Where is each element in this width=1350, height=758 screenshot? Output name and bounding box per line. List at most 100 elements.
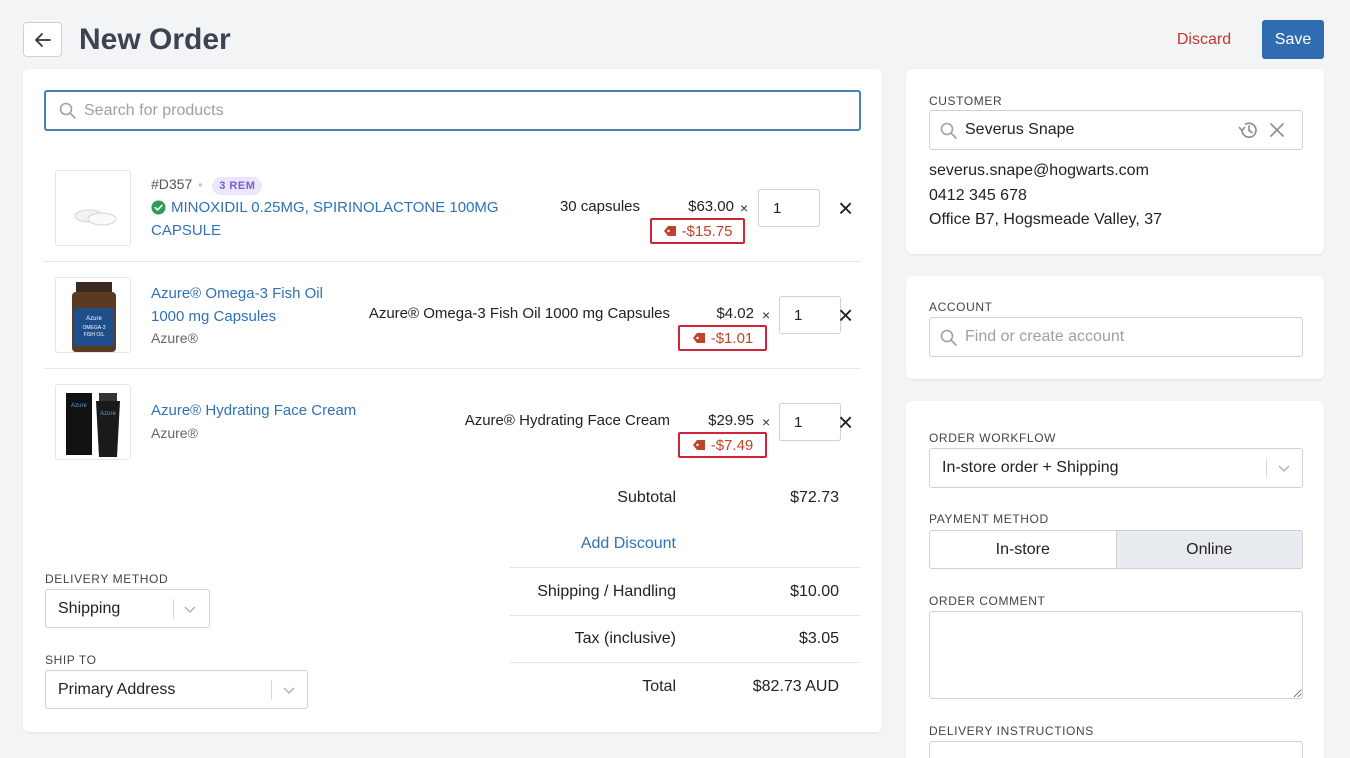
product-name-line1[interactable]: Azure® Omega-3 Fish Oil [151, 282, 351, 305]
product-price: $63.00 [688, 198, 734, 215]
ship-to-select[interactable]: Primary Address [45, 670, 308, 709]
product-brand: Azure® [151, 330, 198, 346]
product-price: $29.95 [708, 412, 754, 429]
tax-value: $3.05 [798, 630, 839, 647]
times-symbol: × [762, 307, 771, 323]
chevron-down-icon [184, 606, 196, 614]
order-comment-textarea[interactable] [929, 611, 1303, 699]
check-circle-icon [151, 200, 166, 215]
tag-icon [692, 333, 705, 343]
summary-divider [510, 615, 860, 616]
order-workflow-select[interactable]: In-store order + Shipping [929, 448, 1303, 488]
clear-icon[interactable] [1269, 122, 1285, 138]
product-price: $4.02 [716, 305, 754, 322]
account-search-placeholder: Find or create account [965, 328, 1125, 345]
remove-item-icon[interactable]: × [838, 409, 853, 435]
product-thumbnail: Azure OMEGA-3 FISH OIL [55, 277, 131, 353]
tag-icon [692, 440, 705, 450]
product-sku: #D357 [151, 176, 193, 192]
add-discount-link[interactable]: Add Discount [510, 535, 676, 553]
total-label: Total [642, 678, 676, 695]
times-symbol: × [740, 200, 749, 216]
customer-name: Severus Snape [965, 121, 1075, 138]
discount-tag[interactable]: -$15.75 [650, 218, 745, 244]
capsule-image [74, 209, 117, 226]
payment-method-toggle[interactable]: In-store Online [929, 530, 1303, 569]
select-divider [1266, 458, 1267, 478]
history-icon[interactable] [1237, 120, 1259, 140]
shipping-value: $10.00 [790, 583, 839, 600]
chevron-down-icon [283, 687, 295, 695]
customer-address: Office B7, Hogsmeade Valley, 37 [929, 211, 1163, 228]
account-label: ACCOUNT [929, 300, 993, 314]
ship-to-label: SHIP TO [45, 653, 97, 667]
customer-email: severus.snape@hogwarts.com [929, 162, 1149, 179]
payment-method-label: PAYMENT METHOD [929, 512, 1049, 526]
product-name-link[interactable]: MINOXIDIL 0.25MG, SPIRINOLACTONE 100MG C… [151, 196, 531, 242]
svg-text:Azure: Azure [100, 411, 116, 417]
search-icon [59, 102, 76, 119]
quantity-input[interactable] [758, 189, 820, 227]
product-variant: Azure® Hydrating Face Cream [464, 412, 670, 429]
svg-text:FISH OIL: FISH OIL [84, 332, 105, 338]
remove-item-icon[interactable]: × [838, 302, 853, 328]
product-variant: Azure® Omega-3 Fish Oil 1000 mg Capsules [368, 305, 670, 322]
product-name-line2[interactable]: 1000 mg Capsules [151, 305, 351, 328]
account-search-field[interactable]: Find or create account [929, 317, 1303, 357]
product-sku-row: #D357 • 3 REM [151, 176, 263, 195]
product-variant: 30 capsules [559, 198, 640, 215]
product-name-line2[interactable]: CAPSULE [151, 219, 531, 242]
delivery-instructions-label: DELIVERY INSTRUCTIONS [929, 724, 1094, 738]
tag-icon [663, 226, 676, 236]
chevron-down-icon [1278, 465, 1290, 473]
product-search-input[interactable] [84, 92, 844, 129]
summary-divider [510, 567, 860, 568]
order-comment-label: ORDER COMMENT [929, 594, 1046, 608]
delivery-method-label: DELIVERY METHOD [45, 572, 169, 586]
ship-to-value: Primary Address [58, 681, 176, 698]
row-divider [44, 261, 861, 262]
order-workflow-label: ORDER WORKFLOW [929, 431, 1057, 445]
quantity-input[interactable] [779, 296, 841, 334]
payment-option-online[interactable]: Online [1115, 531, 1302, 568]
search-icon [940, 122, 957, 139]
payment-option-instore[interactable]: In-store [930, 531, 1116, 568]
row-divider [44, 368, 861, 369]
customer-field[interactable]: Severus Snape [929, 110, 1303, 150]
select-divider [271, 680, 272, 700]
shipping-label: Shipping / Handling [537, 583, 676, 600]
discount-tag[interactable]: -$7.49 [678, 432, 767, 458]
delivery-method-value: Shipping [58, 600, 121, 617]
back-button[interactable] [23, 22, 62, 57]
discount-tag[interactable]: -$1.01 [678, 325, 767, 351]
product-name-link[interactable]: Azure® Hydrating Face Cream [151, 399, 356, 422]
total-value: $82.73 AUD [752, 678, 839, 695]
delivery-method-select[interactable]: Shipping [45, 589, 210, 628]
product-search[interactable] [44, 90, 861, 131]
select-divider [173, 599, 174, 619]
product-brand: Azure® [151, 425, 198, 441]
product-thumbnail: Azure Azure [55, 384, 131, 460]
save-button[interactable]: Save [1262, 20, 1324, 59]
customer-phone: 0412 345 678 [929, 187, 1027, 204]
subtotal-value: $72.73 [790, 489, 839, 506]
remaining-badge: 3 REM [212, 177, 263, 195]
product-name-line1[interactable]: MINOXIDIL 0.25MG, SPIRINOLACTONE 100MG [171, 196, 499, 219]
fish-oil-bottle-image: Azure OMEGA-3 FISH OIL [72, 282, 116, 352]
product-thumbnail [55, 170, 131, 246]
discount-amount: -$1.01 [710, 329, 754, 347]
search-icon [940, 329, 957, 346]
discount-amount: -$15.75 [681, 222, 733, 240]
arrow-left-icon [34, 32, 51, 47]
face-cream-image: Azure Azure [66, 393, 120, 457]
times-symbol: × [762, 414, 771, 430]
remove-item-icon[interactable]: × [838, 195, 853, 221]
discard-button[interactable]: Discard [1160, 22, 1248, 58]
quantity-input[interactable] [779, 403, 841, 441]
delivery-instructions-field[interactable] [929, 741, 1303, 758]
product-name-link[interactable]: Azure® Omega-3 Fish Oil 1000 mg Capsules [151, 282, 351, 328]
svg-text:Azure: Azure [71, 403, 87, 409]
order-workflow-value: In-store order + Shipping [942, 459, 1119, 476]
svg-text:OMEGA-3: OMEGA-3 [82, 325, 105, 331]
customer-label: CUSTOMER [929, 94, 1003, 108]
